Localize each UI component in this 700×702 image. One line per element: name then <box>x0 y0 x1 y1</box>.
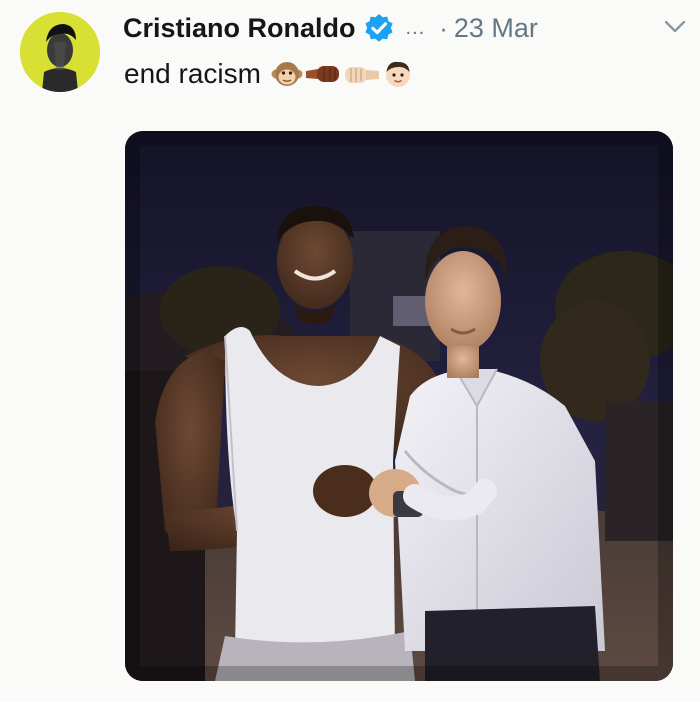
verified-badge-icon <box>364 14 393 42</box>
avatar[interactable] <box>20 12 100 92</box>
fist-bump-dark-skin-icon <box>305 66 339 82</box>
name-truncation: ... <box>405 16 426 39</box>
boy-face-icon <box>385 61 410 87</box>
emoji-group <box>271 59 415 89</box>
author-name[interactable]: Cristiano Ronaldo <box>123 13 356 44</box>
chevron-down-icon[interactable] <box>664 20 686 34</box>
separator-dot: · <box>439 12 448 43</box>
monkey-face-icon <box>271 62 303 86</box>
tweet-header: Cristiano Ronaldo ... · 23 Mar <box>123 10 538 46</box>
tweet-text: end racism <box>124 58 261 89</box>
tweet-photo[interactable] <box>125 131 673 681</box>
tweet-body: end racism <box>124 54 415 94</box>
tweet: Cristiano Ronaldo ... · 23 Mar end racis… <box>0 0 700 702</box>
fist-bump-light-skin-icon <box>344 67 379 83</box>
tweet-date[interactable]: 23 Mar <box>454 13 538 44</box>
